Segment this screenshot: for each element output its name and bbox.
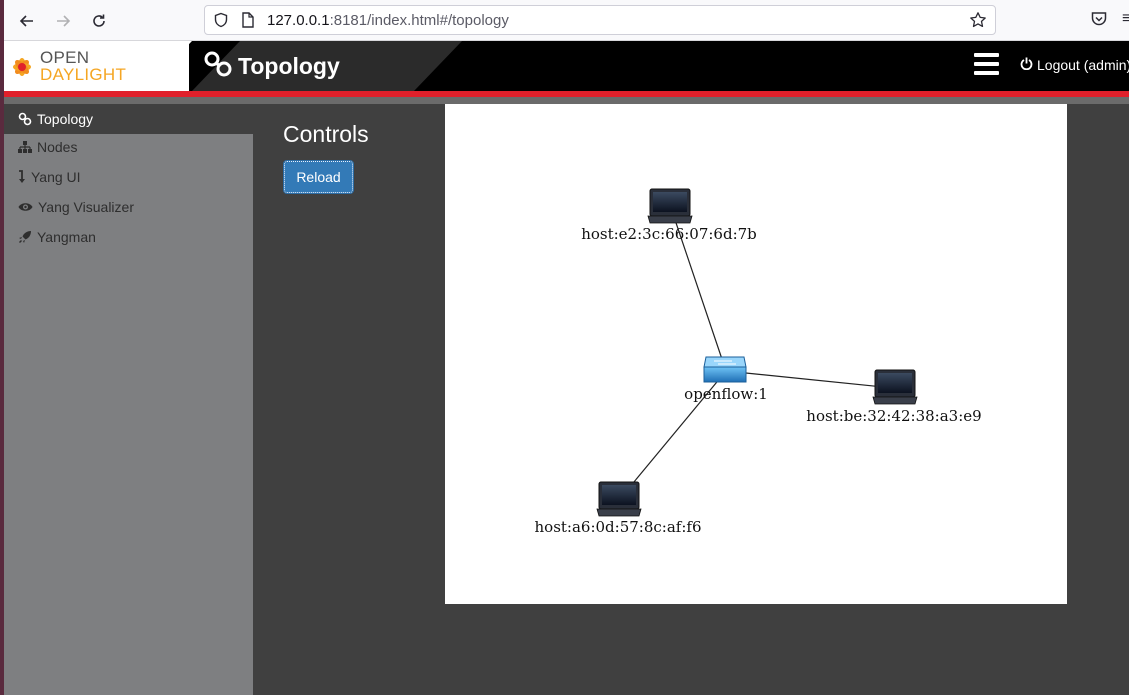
sidebar-item-label: Nodes xyxy=(37,139,78,155)
topology-node-host[interactable] xyxy=(596,481,642,517)
eye-icon xyxy=(18,203,33,211)
url-text: 127.0.0.1:8181/index.html#/topology xyxy=(267,12,509,29)
sidebar-item-nodes[interactable]: Nodes xyxy=(4,132,253,162)
overflow-icon[interactable]: ≡ xyxy=(1122,10,1129,28)
back-arrow-icon[interactable] xyxy=(16,10,38,32)
browser-toolbar: 127.0.0.1:8181/index.html#/topology ≡ xyxy=(4,0,1129,41)
url-path: :8181/index.html#/topology xyxy=(329,12,509,29)
logo-open: OPEN xyxy=(40,48,90,67)
node-label: host:e2:3c:66:07:6d:7b xyxy=(581,225,757,243)
menu-toggle-icon[interactable] xyxy=(974,53,999,75)
logo-daylight: DAYLIGHT xyxy=(40,65,127,84)
url-bar[interactable]: 127.0.0.1:8181/index.html#/topology xyxy=(204,5,996,35)
node-label: openflow:1 xyxy=(684,385,768,403)
header-divider xyxy=(4,97,1129,104)
topology-graph[interactable]: host:e2:3c:66:07:6d:7b openflow:1 host:b… xyxy=(445,104,1067,604)
app-header: OPEN DAYLIGHT Topology Logout (admin) xyxy=(4,41,1129,91)
arrow-down-icon xyxy=(19,170,25,183)
sidebar-item-label: Yangman xyxy=(37,229,96,245)
node-label: host:be:32:42:38:a3:e9 xyxy=(806,407,981,425)
sidebar-item-yang-ui[interactable]: Yang UI xyxy=(4,162,253,192)
sidebar: Topology Nodes Yang UI Yang Visualizer Y… xyxy=(4,104,253,695)
opendaylight-logo-icon[interactable] xyxy=(6,52,38,87)
page-icon xyxy=(241,12,255,33)
topology-node-host[interactable] xyxy=(872,369,918,405)
sidebar-item-topology[interactable]: Topology xyxy=(4,104,253,134)
reload-button[interactable]: Reload xyxy=(283,160,354,194)
reload-icon[interactable] xyxy=(88,10,110,32)
logout-link[interactable]: Logout (admin) xyxy=(1020,57,1129,73)
page-title: Topology xyxy=(238,53,340,79)
sidebar-item-yang-visualizer[interactable]: Yang Visualizer xyxy=(4,192,253,222)
node-label: host:a6:0d:57:8c:af:f6 xyxy=(535,518,702,536)
brand-slant xyxy=(144,41,192,91)
logout-label: Logout (admin) xyxy=(1037,57,1129,73)
app-title: Topology xyxy=(204,51,340,82)
sidebar-item-yangman[interactable]: Yangman xyxy=(4,222,253,252)
sitemap-icon xyxy=(18,141,32,153)
forward-arrow-icon[interactable] xyxy=(52,10,74,32)
sidebar-item-label: Yang UI xyxy=(31,169,81,185)
sidebar-item-label: Yang Visualizer xyxy=(38,199,134,215)
power-icon xyxy=(1020,57,1033,73)
pocket-icon[interactable] xyxy=(1090,10,1108,33)
link-icon xyxy=(204,51,232,82)
sidebar-item-label: Topology xyxy=(37,111,94,127)
link-icon xyxy=(18,112,32,126)
shield-icon[interactable] xyxy=(213,12,229,33)
logo-text: OPEN DAYLIGHT xyxy=(40,49,126,83)
topology-canvas[interactable]: host:e2:3c:66:07:6d:7b openflow:1 host:b… xyxy=(445,104,1067,604)
main-area: Topology Nodes Yang UI Yang Visualizer Y… xyxy=(4,104,1129,695)
controls-heading: Controls xyxy=(283,121,369,147)
rocket-icon xyxy=(19,231,31,243)
topology-node-host[interactable] xyxy=(647,188,693,224)
star-icon[interactable] xyxy=(969,11,987,34)
topology-node-switch[interactable] xyxy=(703,356,747,383)
url-host: 127.0.0.1 xyxy=(267,12,330,29)
